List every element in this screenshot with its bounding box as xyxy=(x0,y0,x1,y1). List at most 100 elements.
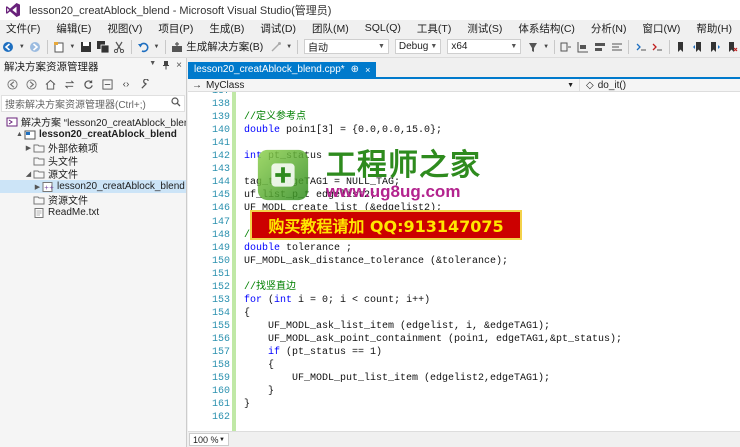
line-number: 149 xyxy=(211,242,230,254)
menu-item[interactable]: 窗口(W) xyxy=(638,21,686,36)
document-tab-strip: lesson20_creatAblock_blend.cpp* ⊕ × xyxy=(188,58,740,77)
properties-icon[interactable] xyxy=(138,78,152,92)
menu-item[interactable]: 分析(N) xyxy=(586,21,632,36)
zoom-combo[interactable]: 100 % ▼ xyxy=(189,433,229,446)
format-icon[interactable] xyxy=(611,40,624,54)
pin-icon[interactable] xyxy=(161,60,171,73)
solution-search-input[interactable]: 搜索解决方案资源管理器(Ctrl+;) xyxy=(1,95,185,112)
line-number: 148 xyxy=(211,229,230,241)
home-icon[interactable] xyxy=(43,78,57,92)
back-icon[interactable] xyxy=(5,78,19,92)
chevron-down-icon: ▼ xyxy=(430,43,438,50)
code-view[interactable]: 137138139//定义参考点140double poin1[3] = {0.… xyxy=(188,92,740,431)
tree-item[interactable]: ▶ 外部依赖项 xyxy=(0,141,186,154)
save-icon[interactable] xyxy=(79,40,92,54)
folder-icon xyxy=(33,195,45,205)
line-number: 153 xyxy=(211,294,230,306)
new-dropdown-icon[interactable]: ▼ xyxy=(69,40,75,54)
build-solution-button[interactable]: 生成解决方案(B) xyxy=(186,39,263,54)
close-tab-icon[interactable]: × xyxy=(365,65,370,75)
next-bookmark-icon[interactable] xyxy=(708,40,721,54)
back-icon[interactable] xyxy=(2,40,15,54)
code-text: UF_MODL_create_list (&edgelist2); xyxy=(244,203,443,215)
tree-item[interactable]: ReadMe.txt xyxy=(0,206,186,219)
menu-item[interactable]: 编辑(E) xyxy=(51,21,96,36)
tree-item[interactable]: 资源文件 xyxy=(0,193,186,206)
cpp-file-icon: ++ xyxy=(42,181,54,192)
menu-item[interactable]: 体系结构(C) xyxy=(513,21,580,36)
undo-dropdown-icon[interactable]: ▼ xyxy=(154,40,160,54)
solution-configuration-combo[interactable]: Debug ▼ xyxy=(394,39,442,54)
tree-expander-icon[interactable]: ▶ xyxy=(33,183,42,191)
uncomment-icon[interactable] xyxy=(651,40,664,54)
arrow-right-icon: → xyxy=(192,79,202,91)
step-icon[interactable] xyxy=(560,40,573,54)
menu-item[interactable]: 工具(T) xyxy=(412,21,456,36)
tree-expander-icon[interactable]: ▶ xyxy=(24,144,33,152)
solution-icon xyxy=(6,117,18,127)
prev-bookmark-icon[interactable] xyxy=(692,40,705,54)
collapse-all-icon[interactable] xyxy=(100,78,114,92)
find-in-files-icon[interactable] xyxy=(526,40,539,54)
code-line: 144 tag_t edgeTAG1 = NULL_TAG; xyxy=(188,176,740,189)
tree-item[interactable]: 头文件 xyxy=(0,154,186,167)
tab-cpp-file[interactable]: lesson20_creatAblock_blend.cpp* ⊕ × xyxy=(188,62,377,77)
solution-platform-combo[interactable]: x64 ▼ xyxy=(447,39,522,54)
panel-dropdown-icon[interactable]: ▼ xyxy=(149,60,156,73)
tree-item[interactable]: ▲ lesson20_creatAblock_blend xyxy=(0,128,186,141)
search-scope-combo[interactable]: 自动 ▼ xyxy=(303,39,389,54)
tree-item[interactable]: ◢ 源文件 xyxy=(0,167,186,180)
toolbar-separator xyxy=(554,39,556,54)
undo-icon[interactable] xyxy=(137,40,150,54)
class-dropdown[interactable]: → MyClass ▼ xyxy=(188,79,580,91)
tree-expander-icon[interactable]: ◢ xyxy=(24,170,33,178)
tree-item-label: 资源文件 xyxy=(48,196,88,206)
menu-item[interactable]: 帮助(H) xyxy=(691,21,737,36)
forward-icon[interactable] xyxy=(24,78,38,92)
platform-value: x64 xyxy=(451,41,468,52)
tree-item[interactable]: 解决方案 “lesson20_creatAblock_blend xyxy=(0,115,186,128)
menu-item[interactable]: 调试(D) xyxy=(255,21,301,36)
tree-expander-icon[interactable]: ▲ xyxy=(15,131,24,138)
cut-icon[interactable] xyxy=(113,40,126,54)
menu-item[interactable]: 文件(F) xyxy=(1,21,45,36)
tree-item[interactable]: ▶ ++ lesson20_creatAblock_blend xyxy=(0,180,186,193)
title-bar: lesson20_creatAblock_blend - Microsoft V… xyxy=(0,0,740,20)
tab-label: lesson20_creatAblock_blend.cpp* xyxy=(194,64,345,75)
search-scope-value: 自动 xyxy=(307,43,328,54)
refresh-icon[interactable] xyxy=(81,78,95,92)
menu-item[interactable]: 测试(S) xyxy=(462,21,507,36)
code-text: tag_t edgeTAG1 = NULL_TAG; xyxy=(244,177,401,189)
align-icon[interactable] xyxy=(594,40,607,54)
view-code-icon[interactable]: ‹› xyxy=(119,78,133,92)
code-text: if (pt_status == 1) xyxy=(268,347,383,358)
back-dropdown-icon[interactable]: ▼ xyxy=(19,40,25,54)
attach-dropdown-icon[interactable]: ▼ xyxy=(286,40,292,54)
layout-icon[interactable] xyxy=(577,40,590,54)
menu-item[interactable]: 项目(P) xyxy=(153,21,198,36)
menu-item[interactable]: 团队(M) xyxy=(307,21,354,36)
code-line: 145 uf_list_p_t edgelist2; xyxy=(188,189,740,202)
forward-icon[interactable] xyxy=(29,40,42,54)
member-dropdown[interactable]: ◇ do_it() xyxy=(580,80,740,91)
clear-bookmarks-icon[interactable] xyxy=(725,40,738,54)
new-project-icon[interactable] xyxy=(53,40,66,54)
menu-item[interactable]: SQL(Q) xyxy=(360,22,406,34)
menu-item[interactable]: 生成(B) xyxy=(204,21,249,36)
chevron-down-icon: ▼ xyxy=(219,436,225,443)
save-all-icon[interactable] xyxy=(96,40,109,54)
sync-icon[interactable] xyxy=(62,78,76,92)
method-icon: ◇ xyxy=(586,79,594,91)
comment-out-icon[interactable] xyxy=(634,40,647,54)
code-line: 141 xyxy=(188,137,740,150)
line-number: 147 xyxy=(211,216,230,228)
code-line: 153 for (int i = 0; i < count; i++) xyxy=(188,294,740,307)
menu-item[interactable]: 视图(V) xyxy=(102,21,147,36)
find-dropdown-icon[interactable]: ▼ xyxy=(543,40,549,54)
code-line: 140 double poin1[3] = {0.0,0.0,15.0}; xyxy=(188,124,740,137)
bookmark-icon[interactable] xyxy=(675,40,688,54)
close-icon[interactable]: × xyxy=(176,60,182,73)
pin-tab-icon[interactable]: ⊕ xyxy=(351,64,359,75)
attach-icon[interactable] xyxy=(269,40,282,54)
build-solution-icon[interactable] xyxy=(170,40,183,54)
